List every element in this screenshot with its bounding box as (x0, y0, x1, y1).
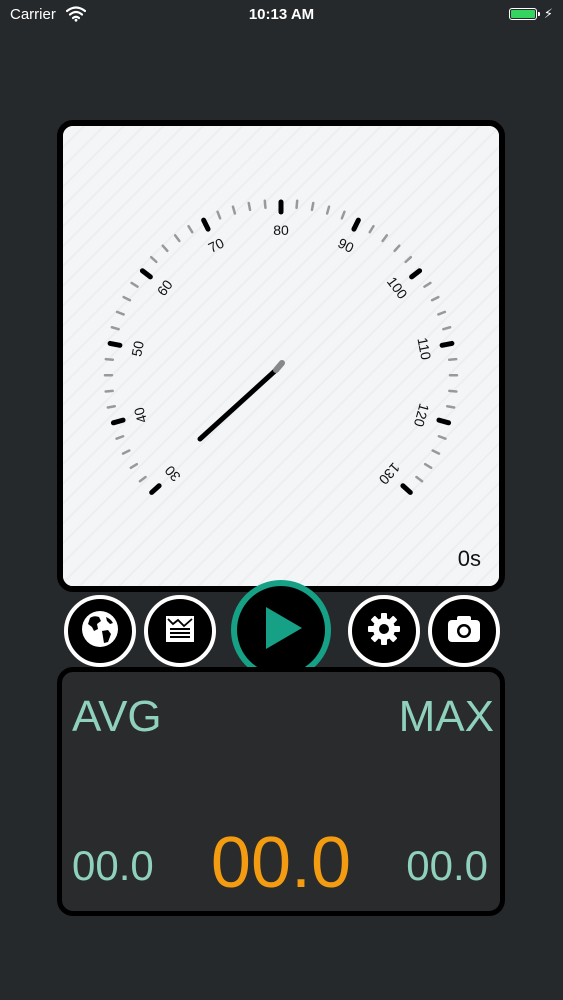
gauge-tick-label: 80 (273, 222, 289, 238)
major-tick (439, 340, 455, 348)
stats-panel: AVG MAX 00.0 00.0 00.0 (57, 667, 505, 916)
max-label: MAX (398, 692, 494, 741)
gear-icon (364, 609, 404, 654)
camera-icon (444, 609, 484, 654)
minor-tick (446, 405, 456, 409)
status-bar: Carrier 10:13 AM ⚡ (0, 0, 563, 30)
elapsed-time: 0s (457, 546, 481, 571)
play-icon (254, 601, 308, 660)
major-tick (107, 340, 123, 348)
minor-tick (263, 199, 267, 209)
camera-button[interactable] (428, 595, 500, 667)
minor-tick (104, 357, 115, 361)
minor-tick (310, 201, 315, 212)
speed-gauge: 30405060708090100110120130 (63, 126, 499, 586)
speed-gauge-panel: 30 40 50 60 70 80 90 100 110 120 130 0s (57, 120, 505, 592)
status-time: 10:13 AM (248, 6, 315, 23)
log-button[interactable] (144, 595, 216, 667)
report-icon (162, 611, 198, 652)
minor-tick (247, 201, 252, 212)
minor-tick (295, 199, 299, 209)
minor-tick (104, 389, 114, 393)
max-value: 00.0 (406, 842, 488, 889)
minor-tick (106, 405, 116, 409)
gauge-tick-label: 50 (128, 339, 147, 358)
avg-label: AVG (72, 692, 162, 741)
play-button[interactable] (231, 580, 331, 680)
globe-icon (80, 609, 120, 654)
charging-icon: ⚡ (543, 6, 553, 21)
map-button[interactable] (64, 595, 136, 667)
minor-tick (448, 389, 458, 393)
major-tick (110, 417, 126, 426)
battery-icon (509, 8, 540, 20)
settings-button[interactable] (348, 595, 420, 667)
major-tick (436, 417, 452, 426)
minor-tick (447, 357, 458, 361)
